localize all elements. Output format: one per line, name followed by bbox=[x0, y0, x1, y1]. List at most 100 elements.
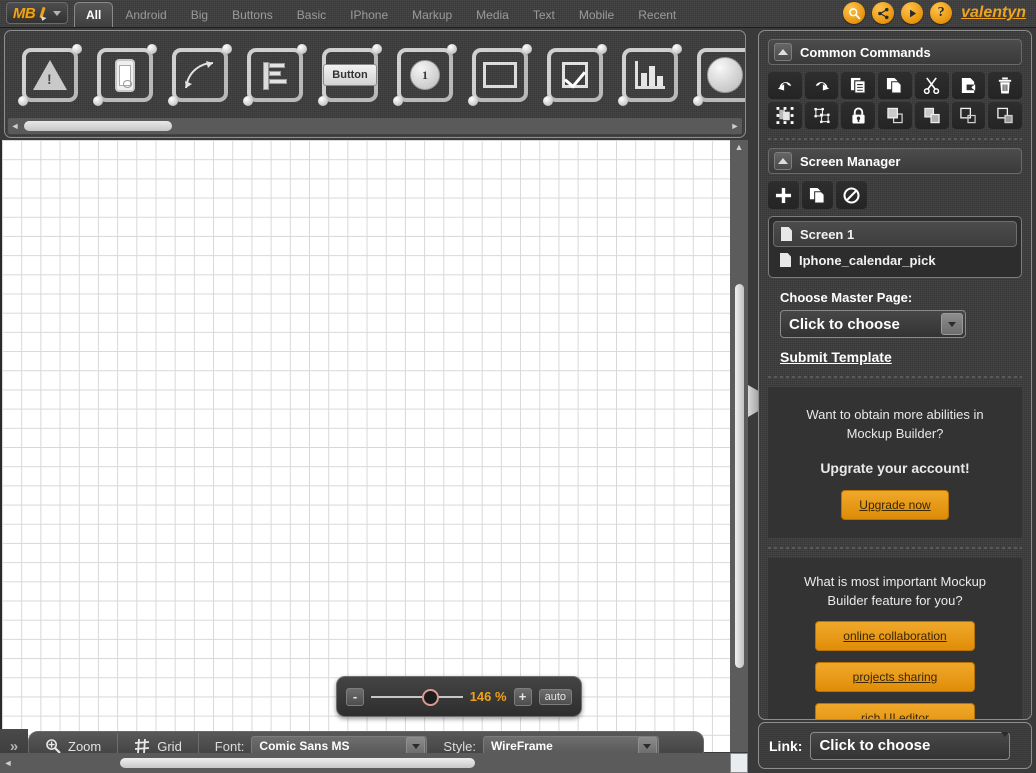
cut-button[interactable] bbox=[914, 72, 949, 99]
survey-option-rich-ui-editor[interactable]: rich UI editor bbox=[815, 703, 975, 719]
send-backward-button[interactable] bbox=[951, 102, 986, 129]
circle-icon bbox=[707, 57, 743, 93]
tab-label: Media bbox=[476, 8, 509, 22]
circle-stencil[interactable] bbox=[693, 44, 745, 106]
zoom-in-button[interactable]: + bbox=[513, 687, 532, 706]
slider-line bbox=[371, 695, 463, 698]
rectangle-stencil[interactable] bbox=[468, 44, 532, 106]
tab-recent[interactable]: Recent bbox=[626, 3, 688, 27]
tab-label: Markup bbox=[412, 8, 453, 22]
tab-label: Buttons bbox=[232, 8, 273, 22]
tab-label: Android bbox=[125, 8, 167, 22]
tab-media[interactable]: Media bbox=[464, 3, 521, 27]
bar-chart-icon bbox=[635, 61, 665, 89]
upgrade-now-button[interactable]: Upgrade now bbox=[841, 490, 949, 520]
stencil-palette: Button 1 ◄ ► bbox=[4, 30, 746, 138]
numbered-marker-stencil[interactable]: 1 bbox=[393, 44, 457, 106]
tab-all[interactable]: All bbox=[74, 2, 114, 27]
bring-forward-button[interactable] bbox=[914, 102, 949, 129]
tab-label: IPhone bbox=[350, 8, 389, 22]
help-icon[interactable]: ? bbox=[930, 2, 953, 24]
bring-to-front-button[interactable] bbox=[878, 102, 912, 129]
copy-button[interactable] bbox=[841, 72, 876, 99]
group-button[interactable] bbox=[768, 102, 802, 129]
tab-buttons[interactable]: Buttons bbox=[220, 3, 285, 27]
link-select[interactable]: Click to choose bbox=[810, 731, 1011, 760]
zoom-icon bbox=[45, 738, 61, 754]
stencil-row: Button 1 bbox=[5, 31, 745, 106]
section-divider bbox=[768, 547, 1022, 549]
username-link[interactable]: valentyn bbox=[961, 4, 1026, 22]
design-canvas[interactable]: ▲ bbox=[0, 140, 748, 752]
collapse-icon[interactable] bbox=[774, 152, 792, 170]
zoom-slider-widget[interactable]: - 146 % + auto bbox=[336, 676, 582, 717]
survey-option-projects-sharing[interactable]: projects sharing bbox=[815, 662, 975, 692]
play-icon[interactable] bbox=[901, 2, 924, 24]
undo-button[interactable] bbox=[768, 72, 802, 99]
zoom-auto-button[interactable]: auto bbox=[538, 688, 572, 705]
scrollbar-thumb[interactable] bbox=[734, 284, 744, 668]
scroll-right-icon[interactable]: ► bbox=[728, 121, 742, 131]
font-value: Comic Sans MS bbox=[259, 739, 350, 753]
screen-list-item[interactable]: Iphone_calendar_pick bbox=[773, 247, 1017, 273]
button-stencil[interactable]: Button bbox=[318, 44, 382, 106]
scrollbar-thumb[interactable] bbox=[120, 758, 475, 768]
screen-manager-tools bbox=[759, 174, 1031, 209]
screen-label: Iphone_calendar_pick bbox=[799, 252, 936, 268]
panel-splitter-handle[interactable] bbox=[748, 385, 758, 417]
alert-stencil[interactable] bbox=[18, 44, 82, 106]
canvas-horizontal-scrollbar[interactable]: ◄ ► bbox=[0, 753, 748, 773]
collapse-icon[interactable] bbox=[774, 43, 792, 61]
add-screen-button[interactable] bbox=[768, 181, 799, 209]
tab-android[interactable]: Android bbox=[113, 3, 178, 27]
paste-button[interactable] bbox=[951, 72, 986, 99]
scroll-up-icon[interactable]: ▲ bbox=[735, 140, 744, 154]
tab-iphone[interactable]: IPhone bbox=[338, 3, 400, 27]
zoom-out-button[interactable]: - bbox=[346, 687, 364, 706]
redo-button[interactable] bbox=[804, 72, 839, 99]
scrollbar-thumb[interactable] bbox=[24, 121, 172, 131]
delete-button[interactable] bbox=[988, 72, 1022, 99]
lock-button[interactable] bbox=[841, 102, 876, 129]
tab-label: Mobile bbox=[578, 8, 615, 22]
survey-option-online-collaboration[interactable]: online collaboration bbox=[815, 621, 975, 651]
screen-manager-header[interactable]: Screen Manager bbox=[768, 148, 1022, 174]
curved-arrow-icon bbox=[185, 61, 214, 89]
zoom-slider-track[interactable] bbox=[371, 688, 463, 706]
chevron-down-icon[interactable] bbox=[1001, 732, 1010, 754]
tab-text[interactable]: Text bbox=[521, 3, 567, 27]
palette-horizontal-scrollbar[interactable]: ◄ ► bbox=[8, 118, 742, 134]
master-page-select[interactable]: Click to choose bbox=[780, 310, 966, 338]
app-logo-menu[interactable]: MB bbox=[6, 2, 68, 24]
search-icon[interactable] bbox=[843, 2, 866, 24]
duplicate-button[interactable] bbox=[878, 72, 912, 99]
tab-basic[interactable]: Basic bbox=[285, 3, 338, 27]
logo-text: MB bbox=[12, 4, 36, 22]
bar-chart-stencil[interactable] bbox=[618, 44, 682, 106]
screen-list-item[interactable]: Screen 1 bbox=[773, 221, 1017, 247]
style-value: WireFrame bbox=[490, 739, 553, 753]
list-stencil[interactable] bbox=[243, 44, 307, 106]
zoom-slider-knob[interactable] bbox=[422, 688, 440, 706]
send-to-back-button[interactable] bbox=[988, 102, 1022, 129]
scroll-left-icon[interactable]: ◄ bbox=[0, 758, 16, 768]
delete-screen-button[interactable] bbox=[836, 181, 867, 209]
checkbox-stencil[interactable] bbox=[543, 44, 607, 106]
phone-icon bbox=[115, 58, 135, 92]
canvas-vertical-scrollbar[interactable]: ▲ bbox=[730, 140, 748, 752]
link-bar: Link: Click to choose bbox=[758, 722, 1032, 769]
scroll-left-icon[interactable]: ◄ bbox=[8, 121, 22, 131]
phone-stencil[interactable] bbox=[93, 44, 157, 106]
tab-mobile[interactable]: Mobile bbox=[567, 3, 626, 27]
duplicate-screen-button[interactable] bbox=[802, 181, 833, 209]
curved-arrow-stencil[interactable] bbox=[168, 44, 232, 106]
common-commands-header[interactable]: Common Commands bbox=[768, 39, 1022, 65]
share-icon[interactable] bbox=[872, 2, 895, 24]
tab-big[interactable]: Big bbox=[179, 3, 220, 27]
submit-template-link[interactable]: Submit Template bbox=[759, 338, 1031, 365]
chevron-down-icon[interactable] bbox=[941, 313, 963, 335]
top-bar-actions: ? valentyn bbox=[843, 2, 1036, 27]
ungroup-button[interactable] bbox=[804, 102, 839, 129]
tab-markup[interactable]: Markup bbox=[400, 3, 464, 27]
common-commands-title: Common Commands bbox=[800, 44, 931, 60]
